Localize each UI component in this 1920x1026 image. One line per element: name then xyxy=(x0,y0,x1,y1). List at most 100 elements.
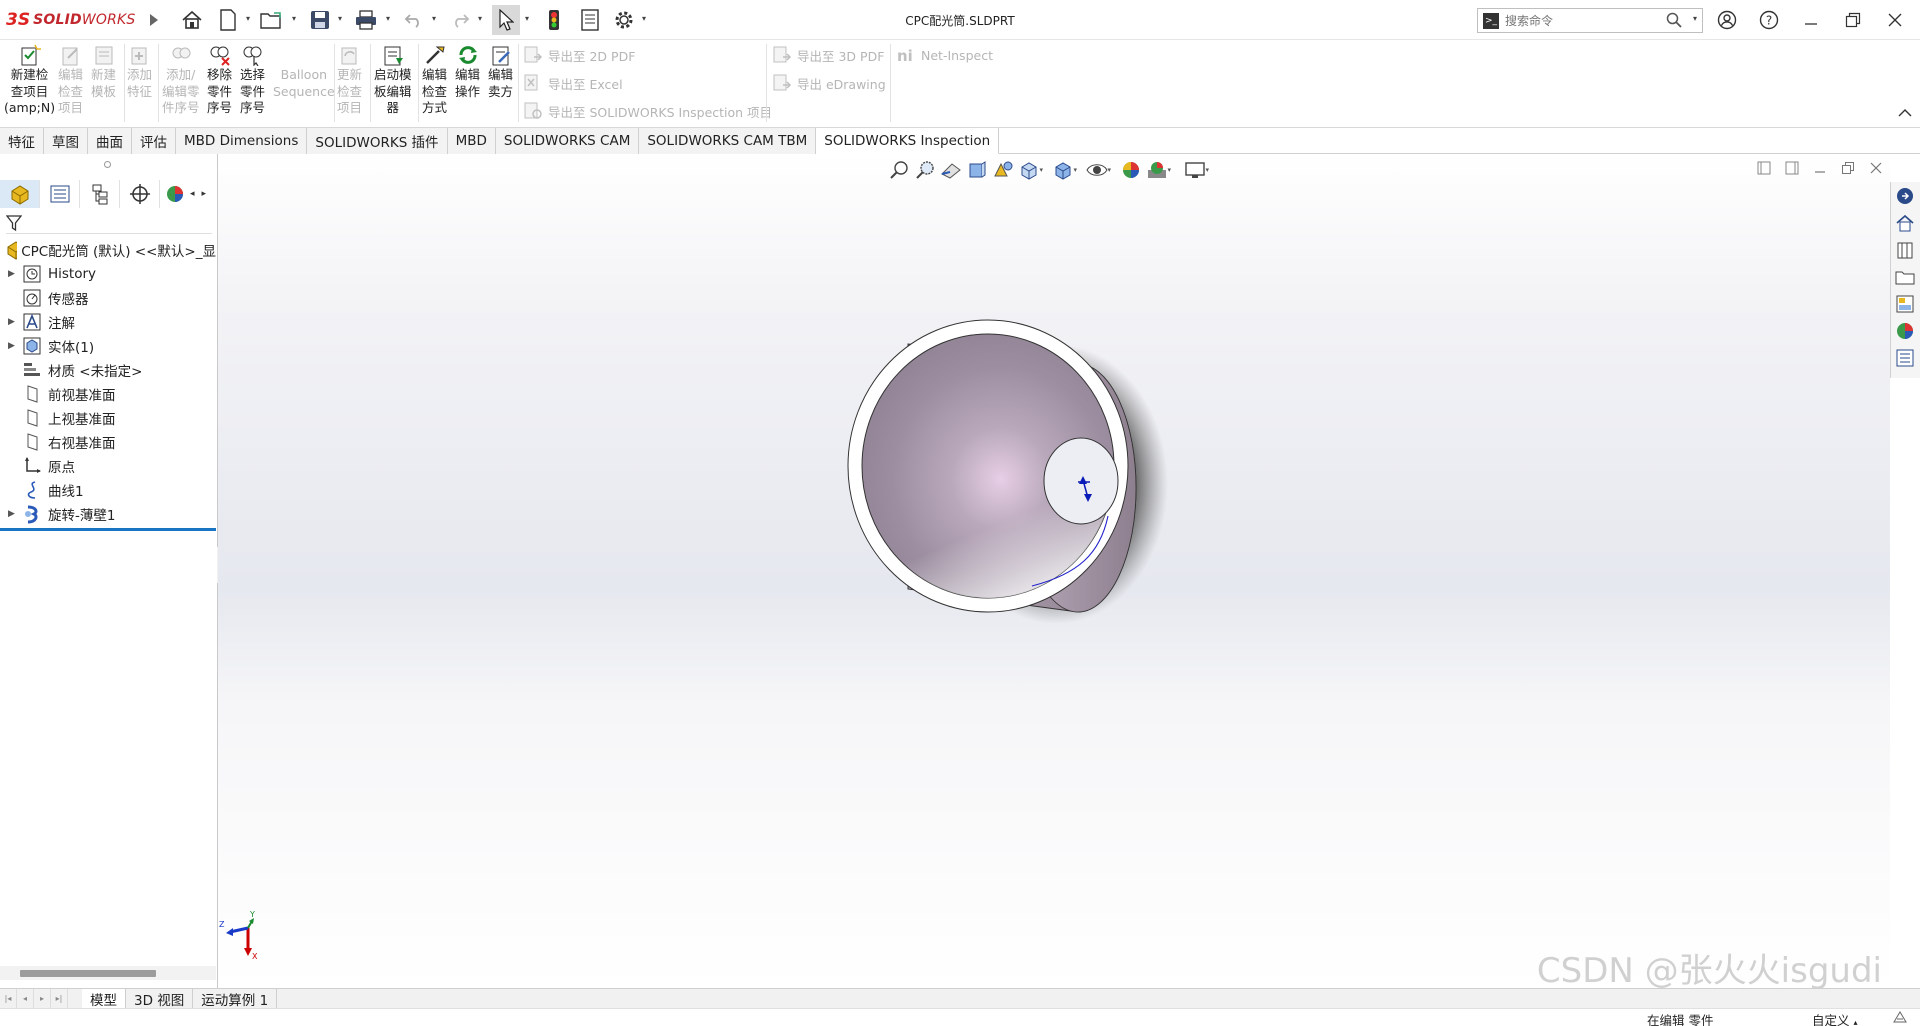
viewport-minimize-icon[interactable] xyxy=(1806,158,1834,178)
rebuild-status-icon[interactable] xyxy=(1892,1010,1908,1026)
tab-3d-views[interactable]: 3D 视图 xyxy=(126,989,194,1009)
zoom-to-fit-icon[interactable] xyxy=(886,158,912,182)
property-manager-tab-icon[interactable] xyxy=(40,180,80,208)
expand-arrow-icon[interactable]: ▶ xyxy=(8,341,22,351)
minimize-window-icon[interactable] xyxy=(1797,6,1825,34)
tree-item-origin[interactable]: 原点 xyxy=(0,454,216,478)
zoom-to-area-icon[interactable] xyxy=(912,158,938,182)
viewport-restore-icon[interactable] xyxy=(1834,158,1862,178)
tab-sketch[interactable]: 草图 xyxy=(44,128,88,154)
part-model-cpc-funnel[interactable] xyxy=(778,254,1298,714)
undo-icon[interactable] xyxy=(402,8,426,32)
balloon-sequence-button[interactable]: Balloon Sequence xyxy=(273,44,335,100)
tab-solidworks-cam-tbm[interactable]: SOLIDWORKS CAM TBM xyxy=(639,128,817,154)
tab-features[interactable]: 特征 xyxy=(0,128,44,154)
edit-operation-button[interactable]: 编辑 操作 xyxy=(455,44,480,100)
select-balloon-button[interactable]: 选择 零件 序号 xyxy=(240,44,265,117)
panel-horizontal-scrollbar[interactable] xyxy=(0,966,216,980)
remove-balloon-button[interactable]: 移除 零件 序号 xyxy=(207,44,232,117)
expand-menu-icon[interactable] xyxy=(142,8,166,32)
tree-item-right-plane[interactable]: 右视基准面 xyxy=(0,430,216,454)
save-icon[interactable] xyxy=(308,8,332,32)
options-dropdown-icon[interactable]: ▾ xyxy=(642,14,650,26)
viewport-split-icon[interactable] xyxy=(1750,158,1778,178)
first-tab-icon[interactable]: |◂ xyxy=(0,989,17,1008)
view-orientation-icon[interactable]: ▾ xyxy=(1016,158,1043,182)
configuration-manager-tab-icon[interactable] xyxy=(80,180,120,208)
tab-solidworks-inspection[interactable]: SOLIDWORKS Inspection xyxy=(816,128,1000,154)
dropdown-icon[interactable]: ▾ xyxy=(1167,166,1171,174)
new-template-button[interactable]: 新建 模板 xyxy=(91,44,116,100)
edit-vendor-button[interactable]: 编辑 卖方 xyxy=(488,44,513,100)
export-excel-button[interactable]: 导出至 Excel xyxy=(523,72,623,94)
save-dropdown-icon[interactable]: ▾ xyxy=(338,14,346,26)
edit-inspection-method-button[interactable]: 编辑 检查 方式 xyxy=(422,44,447,117)
design-library-icon[interactable] xyxy=(1891,236,1919,263)
section-view-icon[interactable] xyxy=(964,158,990,182)
options-gear-icon[interactable] xyxy=(612,8,636,32)
tree-item-material[interactable]: 材质 <未指定> xyxy=(0,358,216,382)
feature-manager-tab-icon[interactable] xyxy=(0,180,40,208)
viewport-close-icon[interactable] xyxy=(1862,158,1890,178)
view-settings-icon[interactable]: ▾ xyxy=(1182,158,1209,182)
dropdown-icon[interactable]: ▾ xyxy=(1205,166,1209,174)
print-dropdown-icon[interactable]: ▾ xyxy=(386,14,394,26)
previous-view-icon[interactable] xyxy=(938,158,964,182)
custom-properties-icon[interactable] xyxy=(1891,344,1919,371)
home-icon[interactable] xyxy=(180,8,204,32)
dropdown-icon[interactable]: ▾ xyxy=(1039,166,1043,174)
tab-surfaces[interactable]: 曲面 xyxy=(88,128,132,154)
dropdown-icon[interactable]: ▾ xyxy=(1073,166,1077,174)
apply-scene-icon[interactable]: ▾ xyxy=(1144,158,1171,182)
tree-item-sensors[interactable]: 传感器 xyxy=(0,286,216,310)
expand-arrow-icon[interactable]: ▶ xyxy=(8,509,22,519)
tree-item-front-plane[interactable]: 前视基准面 xyxy=(0,382,216,406)
tab-motion-study-1[interactable]: 运动算例 1 xyxy=(193,989,278,1009)
help-icon[interactable]: ? xyxy=(1755,6,1783,34)
tabs-scroll-right-icon[interactable]: ▸ xyxy=(201,189,206,199)
user-account-icon[interactable] xyxy=(1713,6,1741,34)
new-dropdown-icon[interactable]: ▾ xyxy=(246,14,254,26)
redo-dropdown-icon[interactable]: ▾ xyxy=(478,14,486,26)
manager-tabs-scroll[interactable]: ◂ ▸ xyxy=(190,180,206,208)
redo-icon[interactable] xyxy=(448,8,472,32)
dimxpert-manager-tab-icon[interactable] xyxy=(120,180,160,208)
scrollbar-thumb[interactable] xyxy=(20,970,156,977)
export-sw-inspection-project-button[interactable]: 导出至 SOLIDWORKS Inspection 项目 xyxy=(523,100,772,122)
rebuild-traffic-light-icon[interactable] xyxy=(542,8,566,32)
restore-window-icon[interactable] xyxy=(1839,6,1867,34)
tab-mbd-dimensions[interactable]: MBD Dimensions xyxy=(176,128,308,154)
collapse-ribbon-icon[interactable] xyxy=(1898,107,1912,121)
new-document-icon[interactable] xyxy=(216,8,240,32)
rollback-bar[interactable] xyxy=(0,528,216,531)
tab-mbd[interactable]: MBD xyxy=(447,128,496,154)
tree-item-history[interactable]: ▶ History xyxy=(0,262,216,286)
tree-filter[interactable] xyxy=(5,212,212,234)
add-feature-button[interactable]: 添加 特征 xyxy=(127,44,152,100)
home-resources-icon[interactable] xyxy=(1891,209,1919,236)
file-properties-icon[interactable] xyxy=(578,8,602,32)
tab-model[interactable]: 模型 xyxy=(82,989,126,1009)
display-manager-tab-icon[interactable] xyxy=(160,180,190,208)
display-style-icon[interactable]: ▾ xyxy=(1050,158,1077,182)
expand-arrow-icon[interactable]: ▶ xyxy=(8,317,22,327)
tab-evaluate[interactable]: 评估 xyxy=(132,128,176,154)
tab-solidworks-addins[interactable]: SOLIDWORKS 插件 xyxy=(307,128,448,154)
search-commands-box[interactable]: >_ ▾ xyxy=(1477,8,1703,33)
units-dropdown-icon[interactable]: ▴ xyxy=(1854,1018,1858,1026)
next-tab-icon[interactable]: ▸ xyxy=(34,989,51,1008)
tree-item-curve1[interactable]: 曲线1 xyxy=(0,478,216,502)
export-edrawing-button[interactable]: 导出 eDrawing xyxy=(772,72,886,94)
undo-dropdown-icon[interactable]: ▾ xyxy=(432,14,440,26)
tree-root-part[interactable]: CPC配光筒 (默认) <<默认>_显 xyxy=(0,238,216,262)
select-arrow-icon[interactable] xyxy=(492,5,520,35)
prev-tab-icon[interactable]: ◂ xyxy=(17,989,34,1008)
hide-show-items-icon[interactable]: ▾ xyxy=(1084,158,1111,182)
last-tab-icon[interactable]: ▸| xyxy=(51,989,68,1008)
search-icon[interactable] xyxy=(1666,12,1682,32)
edit-inspection-project-button[interactable]: 编辑 检查 项目 xyxy=(58,44,83,117)
dynamic-annotation-icon[interactable] xyxy=(990,158,1016,182)
net-inspect-button[interactable]: ni Net-Inspect xyxy=(896,44,993,66)
launch-template-editor-button[interactable]: 启动模 板编辑 器 xyxy=(374,44,412,117)
select-dropdown-icon[interactable]: ▾ xyxy=(525,14,533,26)
